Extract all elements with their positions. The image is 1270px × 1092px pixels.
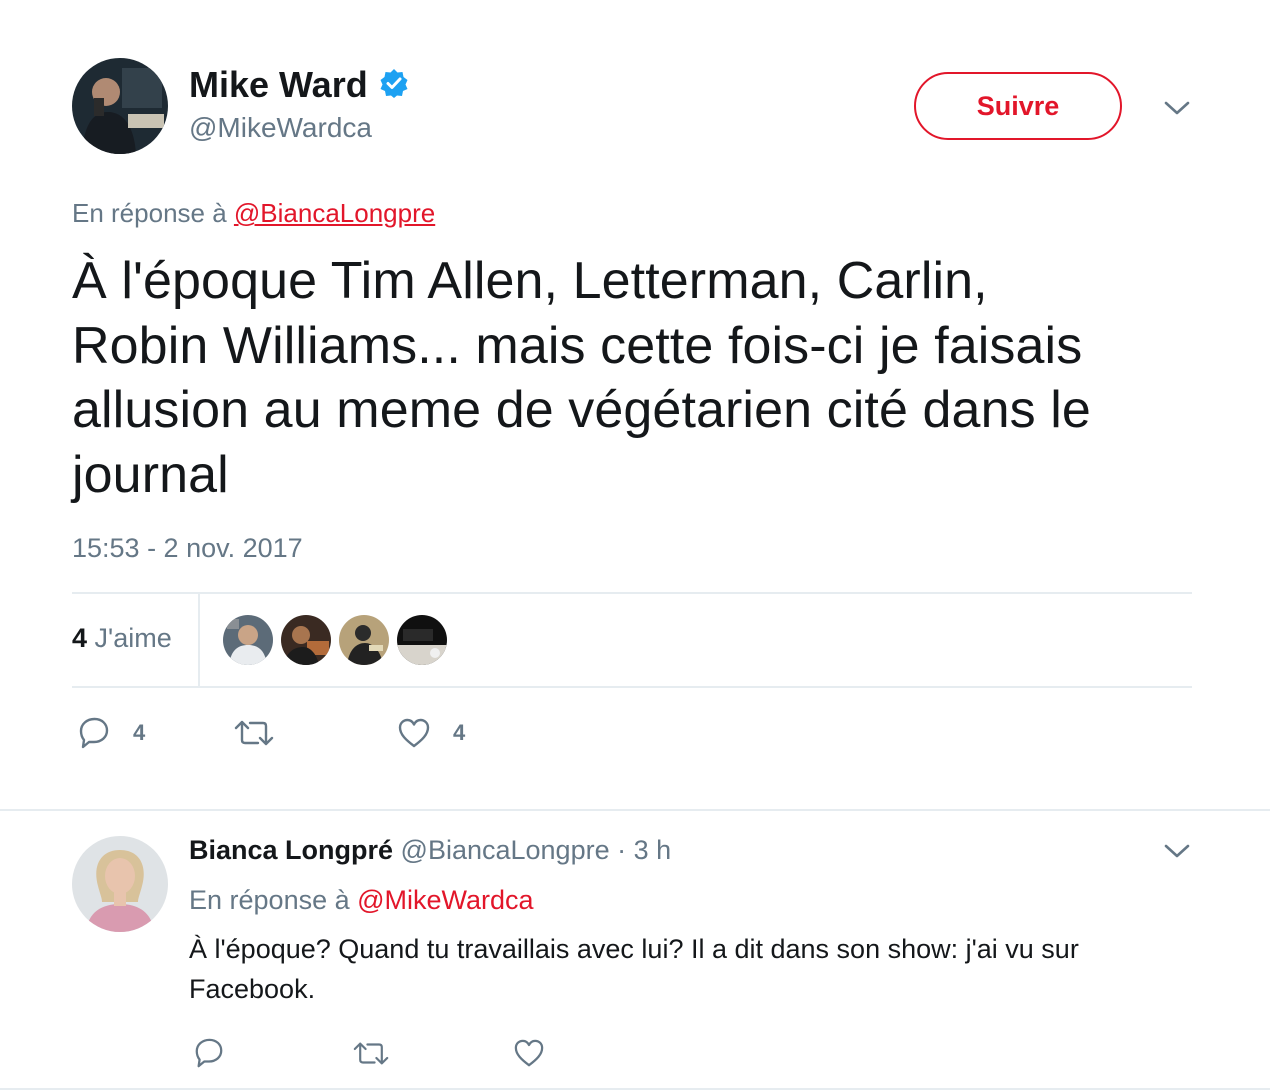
reply-author-name[interactable]: Bianca Longpré — [189, 835, 393, 865]
author-handle[interactable]: @MikeWardca — [189, 112, 372, 144]
likes-label: J'aime — [94, 623, 172, 653]
like-count: 4 — [453, 720, 466, 745]
liker-avatar[interactable] — [339, 615, 389, 665]
reply-text-line: Facebook. — [189, 974, 316, 1004]
liker-avatar[interactable] — [397, 615, 447, 665]
tweet-text-line: allusion au meme de végétarien cité dans… — [72, 381, 1091, 439]
heart-icon[interactable] — [513, 1038, 545, 1068]
likes-count: 4 — [72, 623, 88, 653]
author-name[interactable]: Mike Ward — [189, 64, 368, 106]
verified-badge-icon — [379, 68, 409, 98]
reply-text: À l'époque? Quand tu travaillais avec lu… — [189, 929, 1229, 1009]
chevron-down-icon[interactable] — [1163, 841, 1191, 861]
reply-context: En réponse à @MikeWardca — [189, 885, 534, 916]
follow-button[interactable]: Suivre — [914, 72, 1122, 140]
heart-icon[interactable] — [397, 717, 431, 749]
reply-author-handle[interactable]: @BiancaLongpre — [401, 835, 610, 865]
reply-prefix: En réponse à — [72, 198, 227, 228]
tweet-text: À l'époque Tim Allen, Letterman, Carlin,… — [72, 249, 1222, 507]
reply-time[interactable]: · 3 h — [617, 835, 671, 865]
tweet-text-line: Robin Williams... mais cette fois-ci je … — [72, 316, 1083, 375]
reply-author-avatar[interactable] — [72, 836, 168, 932]
author-avatar[interactable] — [72, 58, 168, 154]
divider — [72, 592, 1192, 594]
reply-text-line: À l'époque? Quand tu travaillais avec lu… — [189, 934, 1079, 964]
liker-avatar[interactable] — [223, 615, 273, 665]
divider — [72, 686, 1192, 688]
reply-icon[interactable] — [77, 716, 111, 750]
reply-header: Bianca Longpré @BiancaLongpre · 3 h — [189, 835, 671, 866]
reply-context: En réponse à @BiancaLongpre — [72, 198, 435, 229]
divider-vertical — [198, 594, 200, 686]
reply-to-link[interactable]: @MikeWardca — [357, 885, 533, 915]
retweet-icon[interactable] — [234, 718, 274, 748]
tweet-text-line: journal — [72, 445, 229, 504]
reply-icon[interactable] — [193, 1037, 225, 1069]
tweet-timestamp[interactable]: 15:53 - 2 nov. 2017 — [72, 533, 303, 564]
reply-to-link[interactable]: @BiancaLongpre — [234, 198, 435, 228]
reply-prefix: En réponse à — [189, 885, 350, 915]
reply-count: 4 — [133, 720, 146, 745]
section-divider — [0, 809, 1270, 811]
retweet-icon[interactable] — [353, 1040, 389, 1067]
section-divider — [0, 1088, 1270, 1090]
likes-stat[interactable]: 4 J'aime — [72, 623, 172, 654]
liker-avatar[interactable] — [281, 615, 331, 665]
tweet-text-line: À l'époque Tim Allen, Letterman, Carlin, — [72, 252, 988, 310]
chevron-down-icon[interactable] — [1163, 98, 1191, 118]
